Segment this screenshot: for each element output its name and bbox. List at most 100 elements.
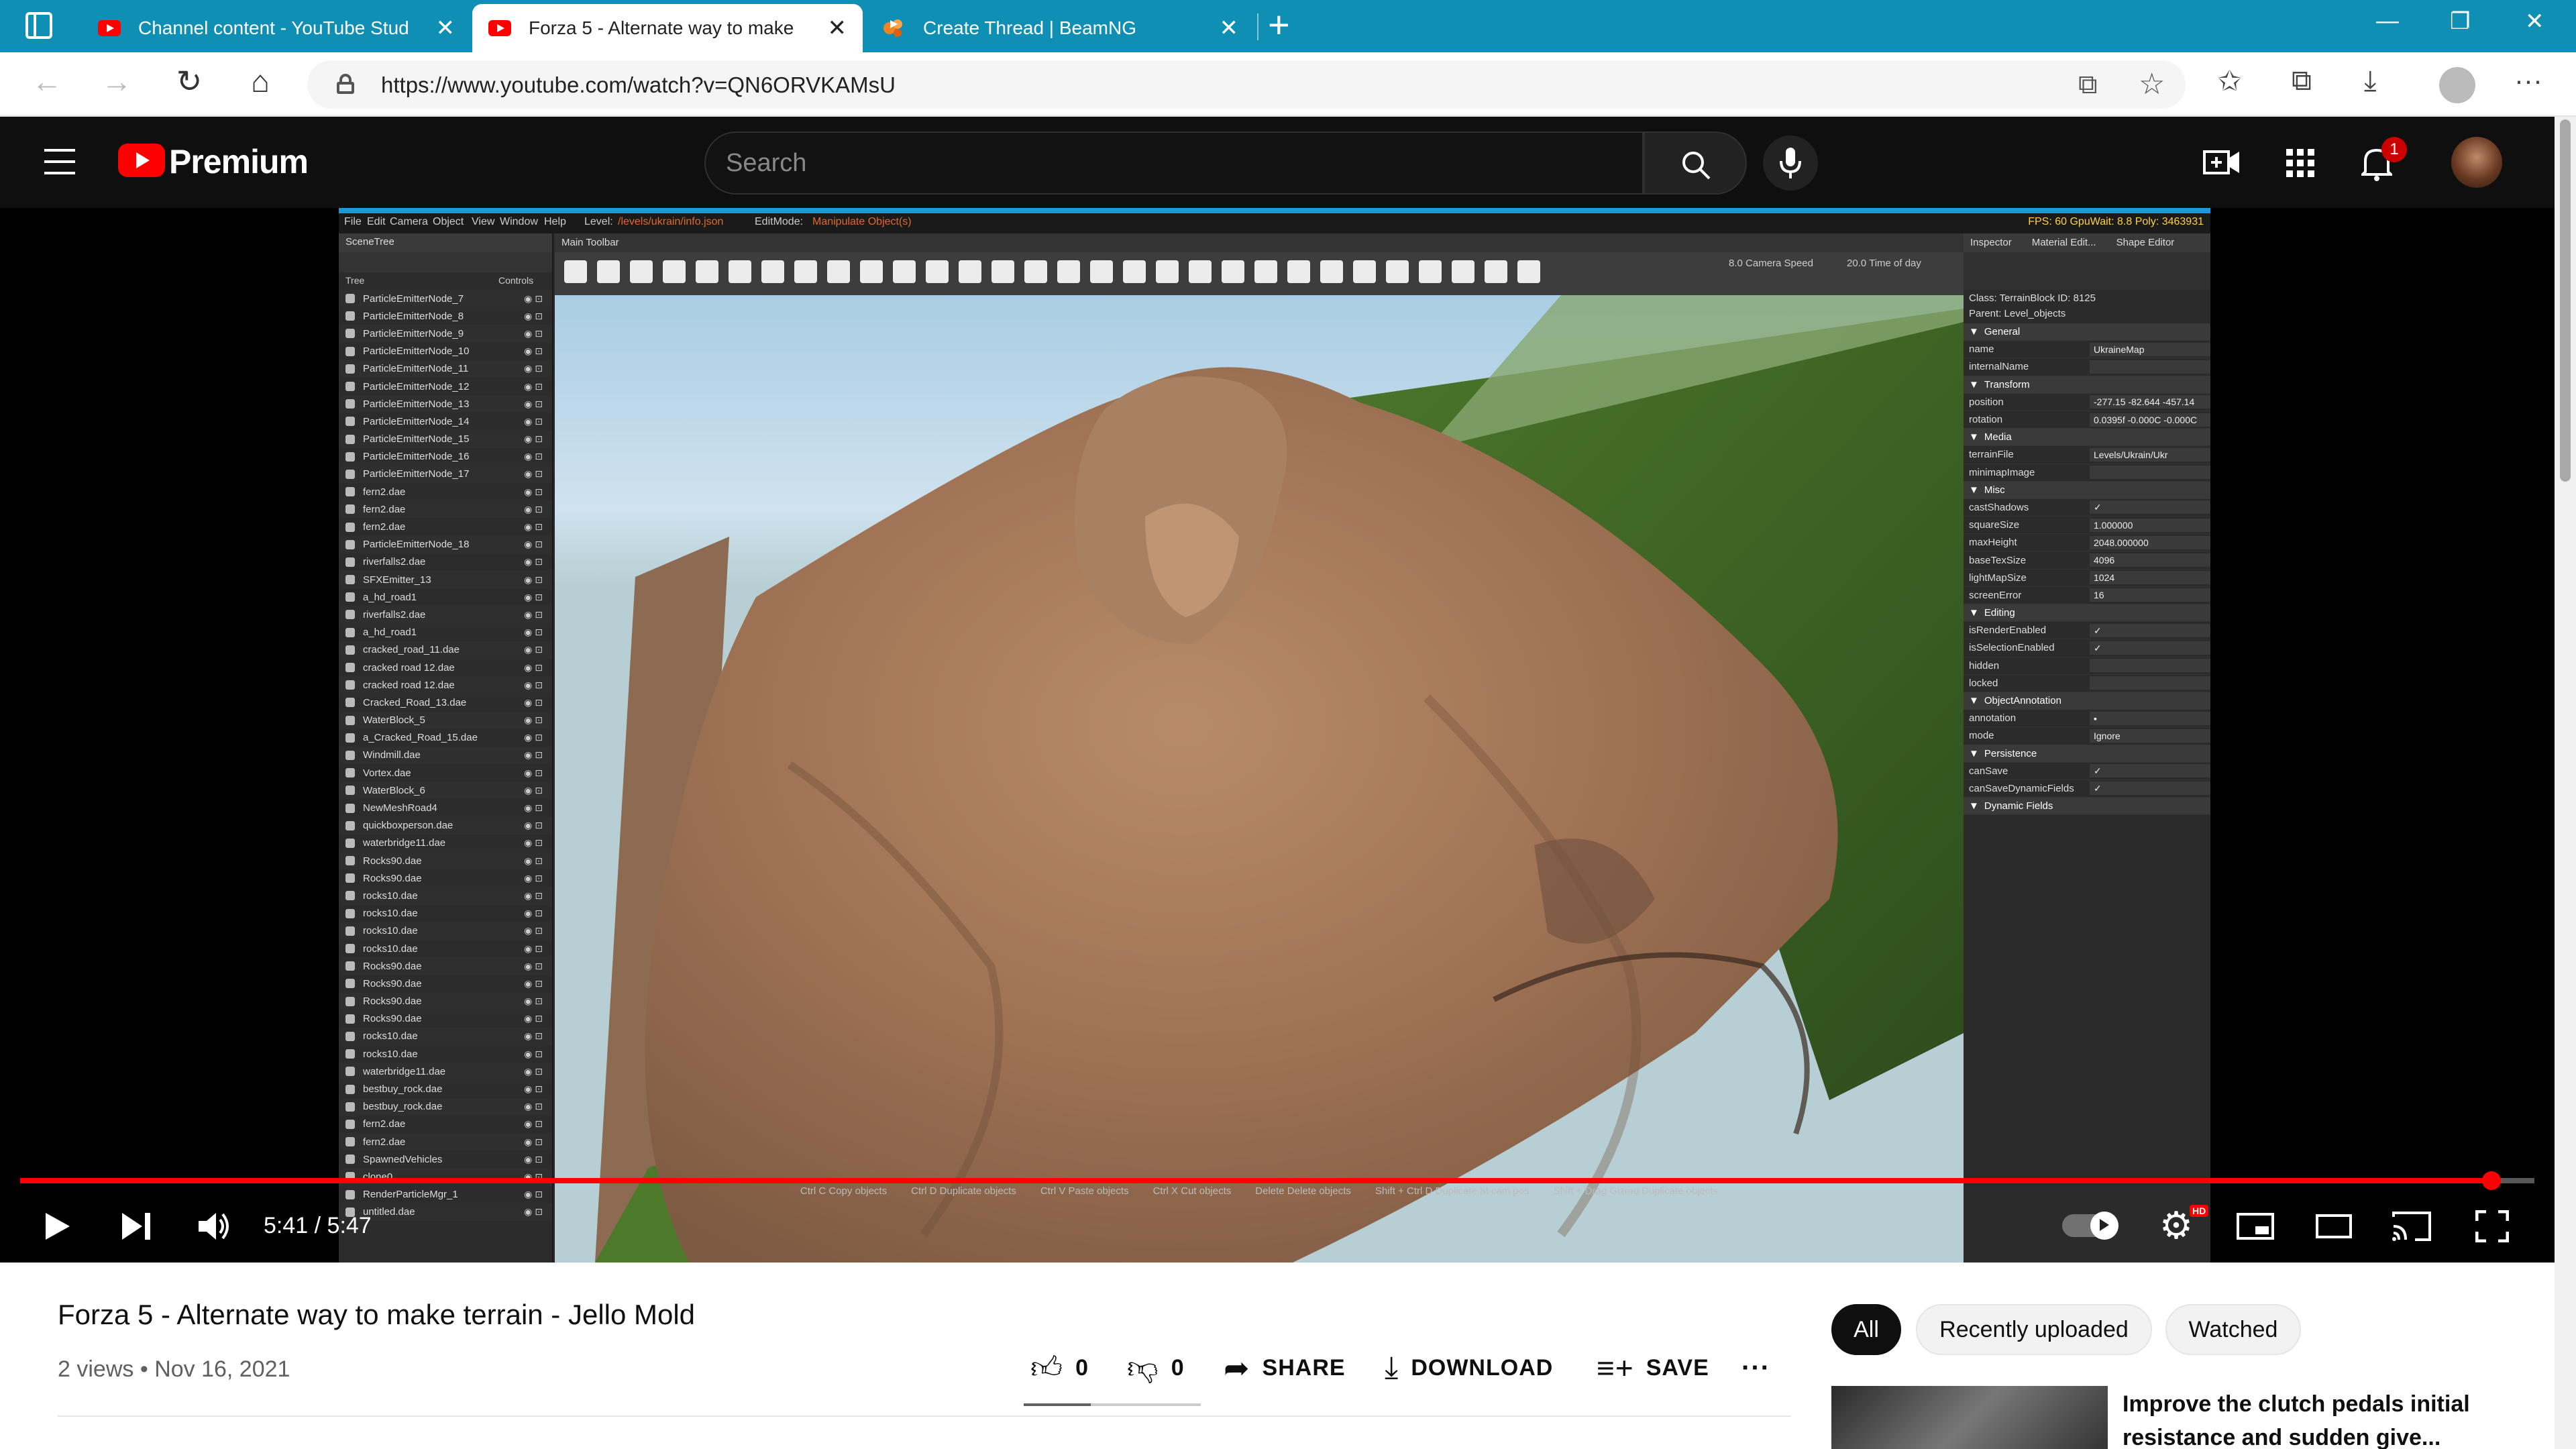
settings-gear-icon[interactable]: ⚙: [2156, 1189, 2196, 1263]
collections-icon[interactable]: ⧉: [2292, 64, 2312, 97]
refresh-icon[interactable]: ↻: [168, 63, 211, 99]
download-button[interactable]: ⤓ DOWNLOAD: [1385, 1343, 1553, 1393]
volume-icon[interactable]: [197, 1210, 232, 1242]
youtube-logo-icon[interactable]: [118, 144, 165, 177]
tab-close-icon[interactable]: ✕: [436, 15, 455, 42]
miniplayer-icon[interactable]: [2237, 1213, 2274, 1240]
thumbs-up-icon: 👍︎: [1030, 1350, 1064, 1385]
object-icon: [345, 926, 355, 936]
microphone-icon: [1780, 148, 1801, 178]
address-bar[interactable]: https://www.youtube.com/watch?v=QN6ORVKA…: [307, 60, 2186, 109]
visibility-lock-icon: ◉ ⊡: [524, 608, 543, 620]
video-frame[interactable]: File Edit Camera Object View Window Help…: [339, 208, 2210, 1263]
url-text[interactable]: https://www.youtube.com/watch?v=QN6ORVKA…: [381, 72, 896, 98]
scene-tree-item: fern2.dae ◉ ⊡: [339, 500, 552, 519]
scene-tree-item: ParticleEmitterNode_17 ◉ ⊡: [339, 465, 552, 484]
new-tab-button[interactable]: +: [1268, 3, 1290, 46]
like-button[interactable]: 👍︎ 0: [1030, 1343, 1089, 1393]
editor-tool-icon: [564, 260, 587, 283]
forward-arrow-icon[interactable]: →: [95, 63, 138, 99]
inspector-field: position -277.15 -82.644 -457.14: [1964, 394, 2210, 411]
page-scrollbar[interactable]: [2555, 117, 2576, 1449]
search-button[interactable]: [1644, 131, 1747, 195]
save-button[interactable]: ≡+ SAVE: [1597, 1343, 1709, 1393]
visibility-lock-icon: ◉ ⊡: [524, 855, 543, 866]
dislike-button[interactable]: 👎︎ 0: [1127, 1343, 1185, 1393]
downloads-icon[interactable]: ⤓: [2364, 64, 2377, 97]
time-display: 5:41 / 5:47: [264, 1213, 372, 1238]
chip-all[interactable]: All: [1831, 1304, 1901, 1355]
visibility-lock-icon: ◉ ⊡: [524, 996, 543, 1007]
chip-watched[interactable]: Watched: [2165, 1304, 2301, 1355]
share-button[interactable]: ➦ SHARE: [1224, 1343, 1346, 1393]
restore-button[interactable]: ❐: [2450, 8, 2470, 35]
scene-tree-item: rocks10.dae ◉ ⊡: [339, 1045, 552, 1063]
visibility-lock-icon: ◉ ⊡: [524, 310, 543, 321]
scene-tree-item-label: rocks10.dae: [363, 925, 418, 937]
fps-readout: FPS: 60 GpuWait: 8.8 Poly: 3463931: [2028, 216, 2204, 227]
profile-avatar[interactable]: [2439, 67, 2475, 103]
favorites-icon[interactable]: ✩: [2218, 64, 2241, 97]
tab-forza-video[interactable]: Forza 5 - Alternate way to make ✕: [472, 4, 863, 52]
object-icon: [345, 908, 355, 918]
scene-tree-item: ParticleEmitterNode_12 ◉ ⊡: [339, 378, 552, 395]
youtube-premium-logo[interactable]: Premium: [169, 142, 309, 181]
account-avatar[interactable]: [2451, 137, 2502, 188]
scene-tree-item: ParticleEmitterNode_8 ◉ ⊡: [339, 307, 552, 325]
object-icon: [345, 469, 355, 479]
tab-close-icon[interactable]: ✕: [828, 15, 847, 42]
chip-recently-uploaded[interactable]: Recently uploaded: [1916, 1304, 2152, 1355]
apps-grid-icon[interactable]: [2286, 149, 2314, 177]
recommendation-title[interactable]: Improve the clutch pedals initial resist…: [2123, 1387, 2498, 1449]
tab-close-icon[interactable]: ✕: [1220, 15, 1239, 42]
lock-icon[interactable]: [337, 74, 354, 94]
progress-scrubber[interactable]: [2482, 1171, 2502, 1190]
video-player[interactable]: File Edit Camera Object View Window Help…: [0, 208, 2555, 1263]
settings-more-icon[interactable]: ···: [2514, 64, 2542, 97]
hamburger-menu-icon[interactable]: [44, 149, 75, 174]
voice-search-button[interactable]: [1763, 136, 1818, 191]
inspector-field: squareSize 1.000000: [1964, 517, 2210, 535]
object-icon: [345, 891, 355, 901]
class-line: Class: TerrainBlock ID: 8125: [1969, 292, 2096, 304]
field-key: hidden: [1969, 659, 2000, 672]
home-icon[interactable]: ⌂: [239, 63, 282, 99]
next-video-icon[interactable]: [121, 1212, 152, 1241]
inspector-panel: Inspector Material Edit... Shape Editor …: [1964, 233, 2210, 1263]
duration: 5:47: [327, 1213, 372, 1238]
theater-mode-icon[interactable]: [2316, 1214, 2352, 1238]
scene-tree-item: fern2.dae ◉ ⊡: [339, 483, 552, 500]
object-icon: [345, 715, 355, 725]
cast-icon[interactable]: [2392, 1212, 2431, 1241]
object-icon: [345, 873, 355, 883]
field-value: Ignore: [2090, 729, 2210, 743]
scene-tree-item: riverfalls2.dae ◉ ⊡: [339, 606, 552, 624]
scrollbar-thumb[interactable]: [2560, 119, 2571, 482]
scene-tree-item: rocks10.dae ◉ ⊡: [339, 1027, 552, 1046]
create-video-icon[interactable]: [2203, 148, 2241, 177]
field-value: ✓: [2090, 500, 2210, 515]
material-editor-tab: Material Edit...: [2031, 237, 2096, 248]
more-actions-button[interactable]: ···: [1741, 1343, 1770, 1393]
tab-beamng-thread[interactable]: Create Thread | BeamNG ✕: [865, 4, 1254, 52]
object-icon: [345, 610, 355, 620]
progress-bar[interactable]: [20, 1171, 2534, 1190]
fullscreen-icon[interactable]: [2475, 1210, 2509, 1242]
autoplay-toggle[interactable]: [2062, 1212, 2118, 1240]
field-value: 1.000000: [2090, 518, 2210, 532]
tab-actions-icon[interactable]: [25, 12, 52, 39]
field-key: baseTexSize: [1969, 554, 2027, 566]
back-arrow-icon[interactable]: ←: [25, 63, 68, 99]
search-box[interactable]: [704, 131, 1644, 195]
section-chevron-icon: ▼: [1969, 695, 1979, 707]
add-favorite-icon[interactable]: ☆: [2139, 67, 2165, 101]
play-icon[interactable]: [43, 1212, 72, 1241]
recommendation-thumbnail[interactable]: [1831, 1386, 2108, 1449]
close-window-button[interactable]: ✕: [2525, 8, 2544, 35]
object-icon: [345, 434, 355, 444]
tab-youtube-studio[interactable]: Channel content - YouTube Stud ✕: [82, 4, 471, 52]
open-in-app-icon[interactable]: ⧉: [2078, 70, 2098, 100]
terrain-scene: [595, 295, 1964, 1263]
minimize-button[interactable]: —: [2376, 8, 2399, 34]
search-input[interactable]: [706, 133, 1578, 193]
